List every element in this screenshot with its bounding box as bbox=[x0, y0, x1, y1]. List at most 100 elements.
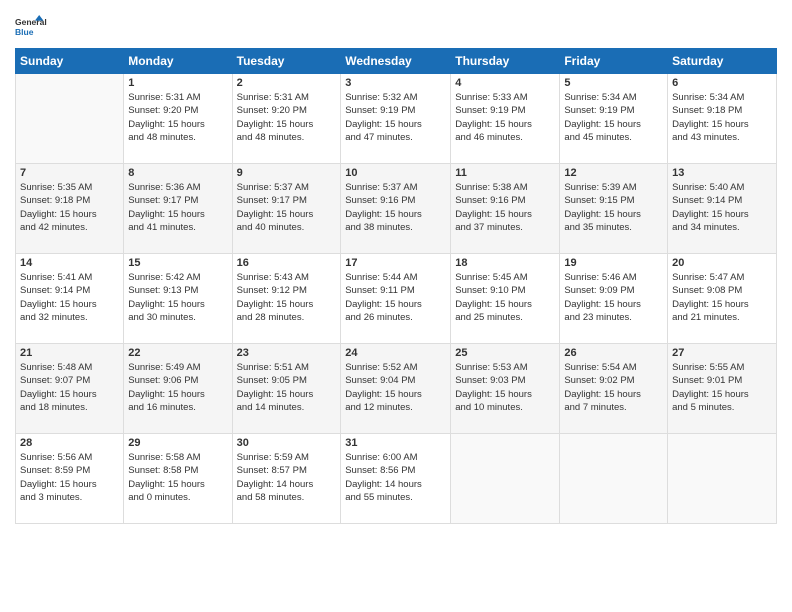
calendar-cell: 18 Sunrise: 5:45 AMSunset: 9:10 PMDayligh… bbox=[451, 254, 560, 344]
calendar-cell: 7 Sunrise: 5:35 AMSunset: 9:18 PMDaylight… bbox=[16, 164, 124, 254]
day-number: 28 bbox=[20, 437, 119, 449]
day-number: 7 bbox=[20, 167, 119, 179]
calendar-cell bbox=[451, 434, 560, 524]
day-number: 9 bbox=[237, 167, 337, 179]
day-number: 22 bbox=[128, 347, 227, 359]
calendar-cell: 19 Sunrise: 5:46 AMSunset: 9:09 PMDayligh… bbox=[560, 254, 668, 344]
day-info: Sunrise: 5:41 AMSunset: 9:14 PMDaylight:… bbox=[20, 271, 119, 324]
day-number: 15 bbox=[128, 257, 227, 269]
day-info: Sunrise: 5:34 AMSunset: 9:19 PMDaylight:… bbox=[564, 91, 663, 144]
calendar-cell: 30 Sunrise: 5:59 AMSunset: 8:57 PMDayligh… bbox=[232, 434, 341, 524]
day-number: 23 bbox=[237, 347, 337, 359]
calendar-cell bbox=[668, 434, 777, 524]
calendar-cell: 10Sunrise: 5:37 AMSunset: 9:16 PMDayligh… bbox=[341, 164, 451, 254]
day-number: 26 bbox=[564, 347, 663, 359]
day-info: Sunrise: 5:56 AMSunset: 8:59 PMDaylight:… bbox=[20, 451, 119, 504]
calendar-cell bbox=[16, 74, 124, 164]
day-info: Sunrise: 5:52 AMSunset: 9:04 PMDaylight:… bbox=[345, 361, 446, 414]
day-number: 14 bbox=[20, 257, 119, 269]
day-info: Sunrise: 5:31 AMSunset: 9:20 PMDaylight:… bbox=[237, 91, 337, 144]
weekday-header: Tuesday bbox=[232, 49, 341, 74]
calendar-cell: 22 Sunrise: 5:49 AMSunset: 9:06 PMDayligh… bbox=[124, 344, 232, 434]
day-info: Sunrise: 5:39 AMSunset: 9:15 PMDaylight:… bbox=[564, 181, 663, 234]
calendar-week-row: 21 Sunrise: 5:48 AMSunset: 9:07 PMDayligh… bbox=[16, 344, 777, 434]
calendar: SundayMondayTuesdayWednesdayThursdayFrid… bbox=[15, 48, 777, 524]
calendar-cell: 27 Sunrise: 5:55 AMSunset: 9:01 PMDayligh… bbox=[668, 344, 777, 434]
calendar-cell: 26 Sunrise: 5:54 AMSunset: 9:02 PMDayligh… bbox=[560, 344, 668, 434]
day-number: 2 bbox=[237, 77, 337, 89]
day-info: Sunrise: 5:37 AMSunset: 9:16 PMDaylight:… bbox=[345, 181, 446, 234]
calendar-cell: 5 Sunrise: 5:34 AMSunset: 9:19 PMDaylight… bbox=[560, 74, 668, 164]
day-info: Sunrise: 6:00 AMSunset: 8:56 PMDaylight:… bbox=[345, 451, 446, 504]
day-number: 19 bbox=[564, 257, 663, 269]
day-number: 31 bbox=[345, 437, 446, 449]
day-number: 5 bbox=[564, 77, 663, 89]
day-number: 25 bbox=[455, 347, 555, 359]
day-number: 3 bbox=[345, 77, 446, 89]
day-number: 21 bbox=[20, 347, 119, 359]
svg-text:Blue: Blue bbox=[15, 27, 34, 37]
weekday-header: Friday bbox=[560, 49, 668, 74]
day-number: 13 bbox=[672, 167, 772, 179]
day-number: 4 bbox=[455, 77, 555, 89]
day-info: Sunrise: 5:55 AMSunset: 9:01 PMDaylight:… bbox=[672, 361, 772, 414]
day-number: 8 bbox=[128, 167, 227, 179]
calendar-cell: 8Sunrise: 5:36 AMSunset: 9:17 PMDaylight… bbox=[124, 164, 232, 254]
day-info: Sunrise: 5:48 AMSunset: 9:07 PMDaylight:… bbox=[20, 361, 119, 414]
day-number: 11 bbox=[455, 167, 555, 179]
day-number: 29 bbox=[128, 437, 227, 449]
day-info: Sunrise: 5:58 AMSunset: 8:58 PMDaylight:… bbox=[128, 451, 227, 504]
day-info: Sunrise: 5:31 AMSunset: 9:20 PMDaylight:… bbox=[128, 91, 227, 144]
day-info: Sunrise: 5:43 AMSunset: 9:12 PMDaylight:… bbox=[237, 271, 337, 324]
calendar-cell: 6Sunrise: 5:34 AMSunset: 9:18 PMDaylight… bbox=[668, 74, 777, 164]
page: General Blue SundayMondayTuesdayWednesda… bbox=[0, 0, 792, 612]
day-info: Sunrise: 5:38 AMSunset: 9:16 PMDaylight:… bbox=[455, 181, 555, 234]
calendar-cell: 3 Sunrise: 5:32 AMSunset: 9:19 PMDaylight… bbox=[341, 74, 451, 164]
weekday-header: Saturday bbox=[668, 49, 777, 74]
calendar-cell: 31 Sunrise: 6:00 AMSunset: 8:56 PMDayligh… bbox=[341, 434, 451, 524]
day-number: 6 bbox=[672, 77, 772, 89]
calendar-week-row: 28 Sunrise: 5:56 AMSunset: 8:59 PMDayligh… bbox=[16, 434, 777, 524]
day-info: Sunrise: 5:47 AMSunset: 9:08 PMDaylight:… bbox=[672, 271, 772, 324]
day-info: Sunrise: 5:32 AMSunset: 9:19 PMDaylight:… bbox=[345, 91, 446, 144]
calendar-week-row: 14 Sunrise: 5:41 AMSunset: 9:14 PMDayligh… bbox=[16, 254, 777, 344]
header: General Blue bbox=[15, 10, 777, 42]
day-info: Sunrise: 5:49 AMSunset: 9:06 PMDaylight:… bbox=[128, 361, 227, 414]
calendar-cell: 25 Sunrise: 5:53 AMSunset: 9:03 PMDayligh… bbox=[451, 344, 560, 434]
calendar-cell: 21 Sunrise: 5:48 AMSunset: 9:07 PMDayligh… bbox=[16, 344, 124, 434]
day-info: Sunrise: 5:51 AMSunset: 9:05 PMDaylight:… bbox=[237, 361, 337, 414]
calendar-cell: 13 Sunrise: 5:40 AMSunset: 9:14 PMDayligh… bbox=[668, 164, 777, 254]
day-info: Sunrise: 5:42 AMSunset: 9:13 PMDaylight:… bbox=[128, 271, 227, 324]
calendar-cell: 15 Sunrise: 5:42 AMSunset: 9:13 PMDayligh… bbox=[124, 254, 232, 344]
calendar-cell: 14 Sunrise: 5:41 AMSunset: 9:14 PMDayligh… bbox=[16, 254, 124, 344]
svg-text:General: General bbox=[15, 17, 47, 27]
weekday-header: Sunday bbox=[16, 49, 124, 74]
weekday-header: Wednesday bbox=[341, 49, 451, 74]
calendar-cell: 4Sunrise: 5:33 AMSunset: 9:19 PMDaylight… bbox=[451, 74, 560, 164]
day-number: 27 bbox=[672, 347, 772, 359]
day-info: Sunrise: 5:46 AMSunset: 9:09 PMDaylight:… bbox=[564, 271, 663, 324]
weekday-header: Thursday bbox=[451, 49, 560, 74]
calendar-cell: 1Sunrise: 5:31 AMSunset: 9:20 PMDaylight… bbox=[124, 74, 232, 164]
day-number: 30 bbox=[237, 437, 337, 449]
day-number: 17 bbox=[345, 257, 446, 269]
calendar-cell: 20Sunrise: 5:47 AMSunset: 9:08 PMDayligh… bbox=[668, 254, 777, 344]
calendar-cell bbox=[560, 434, 668, 524]
calendar-cell: 24Sunrise: 5:52 AMSunset: 9:04 PMDayligh… bbox=[341, 344, 451, 434]
day-info: Sunrise: 5:53 AMSunset: 9:03 PMDaylight:… bbox=[455, 361, 555, 414]
weekday-header: Monday bbox=[124, 49, 232, 74]
calendar-cell: 2 Sunrise: 5:31 AMSunset: 9:20 PMDaylight… bbox=[232, 74, 341, 164]
day-info: Sunrise: 5:44 AMSunset: 9:11 PMDaylight:… bbox=[345, 271, 446, 324]
day-info: Sunrise: 5:40 AMSunset: 9:14 PMDaylight:… bbox=[672, 181, 772, 234]
day-info: Sunrise: 5:59 AMSunset: 8:57 PMDaylight:… bbox=[237, 451, 337, 504]
calendar-week-row: 7 Sunrise: 5:35 AMSunset: 9:18 PMDaylight… bbox=[16, 164, 777, 254]
day-number: 12 bbox=[564, 167, 663, 179]
day-info: Sunrise: 5:54 AMSunset: 9:02 PMDaylight:… bbox=[564, 361, 663, 414]
calendar-cell: 16Sunrise: 5:43 AMSunset: 9:12 PMDayligh… bbox=[232, 254, 341, 344]
day-info: Sunrise: 5:35 AMSunset: 9:18 PMDaylight:… bbox=[20, 181, 119, 234]
day-info: Sunrise: 5:37 AMSunset: 9:17 PMDaylight:… bbox=[237, 181, 337, 234]
day-info: Sunrise: 5:45 AMSunset: 9:10 PMDaylight:… bbox=[455, 271, 555, 324]
calendar-cell: 12 Sunrise: 5:39 AMSunset: 9:15 PMDayligh… bbox=[560, 164, 668, 254]
day-number: 18 bbox=[455, 257, 555, 269]
calendar-cell: 17 Sunrise: 5:44 AMSunset: 9:11 PMDayligh… bbox=[341, 254, 451, 344]
